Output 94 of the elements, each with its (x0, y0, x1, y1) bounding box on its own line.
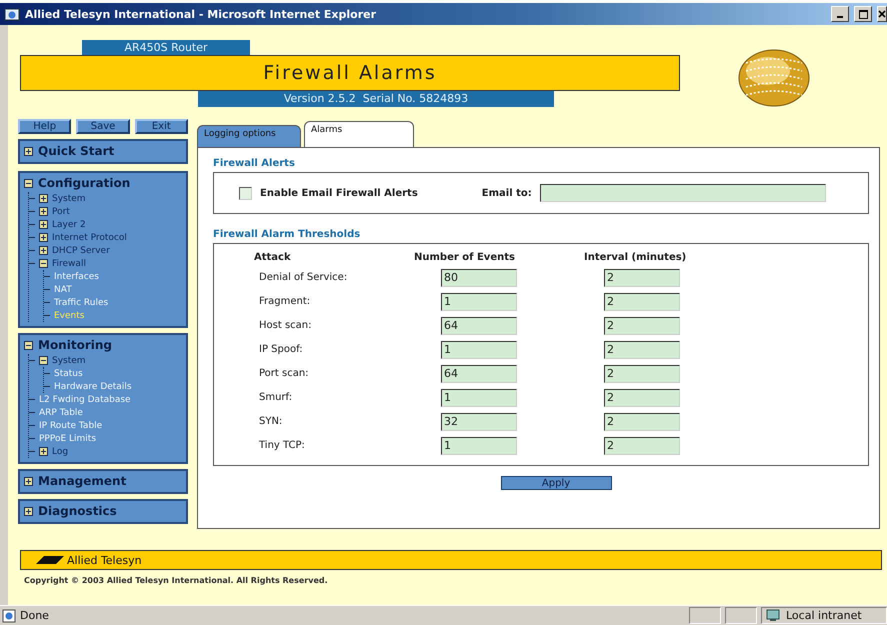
collapse-icon[interactable] (39, 356, 48, 365)
nav-link[interactable]: Internet Protocol (52, 232, 127, 242)
nav-link[interactable]: Port (52, 206, 70, 216)
events-field[interactable]: 1 (441, 340, 517, 358)
section-title[interactable]: Monitoring (38, 338, 112, 352)
attack-label: Host scan: (259, 320, 312, 331)
tab[interactable]: Alarms (304, 121, 414, 147)
interval-field[interactable]: 2 (604, 436, 680, 454)
brand-name: Allied Telesyn (67, 554, 142, 566)
interval-field[interactable]: 2 (604, 340, 680, 358)
expand-icon[interactable] (39, 194, 48, 203)
nav-button[interactable]: Save (76, 119, 130, 134)
close-icon (878, 10, 886, 18)
nav-link[interactable]: NAT (54, 284, 72, 294)
checkbox-label: Enable Email Firewall Alerts (260, 188, 418, 198)
collapse-icon[interactable] (39, 259, 48, 268)
collapse-icon[interactable] (24, 340, 33, 350)
collapse-icon[interactable] (24, 178, 33, 188)
attack-label: Port scan: (259, 368, 310, 379)
section-title[interactable]: Configuration (38, 176, 130, 190)
events-field[interactable]: 1 (441, 436, 517, 454)
events-field[interactable]: 80 (441, 268, 517, 286)
status-text: Done (20, 609, 50, 622)
nav-link[interactable]: System (52, 356, 86, 366)
nav-link[interactable]: Hardware Details (54, 382, 132, 392)
checkbox[interactable] (239, 186, 252, 200)
section-title[interactable]: Management (38, 474, 126, 488)
browser-icon (4, 6, 20, 22)
expand-icon[interactable] (39, 220, 48, 229)
nav-link[interactable]: Events (54, 310, 84, 320)
nav-link[interactable]: Interfaces (54, 272, 99, 282)
intranet-icon (766, 609, 782, 622)
events-field[interactable]: 1 (441, 388, 517, 406)
status-pane (689, 607, 721, 624)
status-pane (725, 607, 757, 624)
close-button[interactable] (877, 6, 887, 22)
events-field[interactable]: 1 (441, 292, 517, 310)
attack-label: Smurf: (259, 392, 294, 403)
zone-text: Local intranet (786, 609, 862, 622)
nav-link[interactable]: Firewall (52, 258, 86, 268)
events-field[interactable]: 64 (441, 364, 517, 382)
tab[interactable]: Logging options (197, 125, 301, 147)
page-title: Firewall Alarms (20, 55, 680, 91)
version-info: Version 2.5.2 Serial No. 5824893 (198, 91, 554, 107)
nav-link[interactable]: System (52, 194, 86, 204)
nav-link[interactable]: PPPoE Limits (39, 434, 96, 444)
interval-field[interactable]: 2 (604, 316, 680, 334)
nav-link[interactable]: DHCP Server (52, 246, 110, 256)
nav-link[interactable]: Layer 2 (52, 220, 86, 230)
column-header: Attack (254, 252, 292, 262)
expand-icon[interactable] (24, 146, 33, 156)
field-label: Email to: (482, 188, 532, 198)
expand-icon[interactable] (39, 246, 48, 255)
section-title[interactable]: Quick Start (38, 144, 114, 158)
attack-label: IP Spoof: (259, 344, 304, 355)
nav-link[interactable]: ARP Table (39, 408, 83, 418)
section-title[interactable]: Diagnostics (38, 504, 117, 518)
nav-link[interactable]: IP Route Table (39, 420, 102, 430)
section-heading: Firewall Alerts (213, 158, 296, 169)
nav-link[interactable]: Traffic Rules (54, 298, 108, 308)
attack-label: Tiny TCP: (259, 440, 306, 451)
expand-icon[interactable] (24, 506, 33, 516)
apply-button[interactable]: Apply (500, 476, 612, 490)
nav-link[interactable]: Status (54, 368, 83, 378)
column-header: Interval (minutes) (584, 252, 688, 262)
interval-field[interactable]: 2 (604, 268, 680, 286)
nav-link[interactable]: L2 Fwding Database (39, 394, 131, 404)
attack-label: Denial of Service: (259, 272, 348, 283)
expand-icon[interactable] (39, 447, 48, 456)
window-title: Allied Telesyn International - Microsoft Internet Explorer (25, 8, 378, 20)
interval-field[interactable]: 2 (604, 364, 680, 382)
expand-icon[interactable] (39, 233, 48, 242)
attack-label: Fragment: (259, 296, 312, 307)
brand-logo-icon (36, 556, 64, 564)
attack-label: SYN: (259, 416, 284, 427)
minimize-button[interactable] (831, 6, 849, 22)
nav-button[interactable]: Exit (134, 119, 188, 134)
section-heading: Firewall Alarm Thresholds (213, 229, 362, 240)
nav-button[interactable]: Help (18, 119, 72, 134)
product-name: AR450S Router (82, 40, 250, 55)
interval-field[interactable]: 2 (604, 292, 680, 310)
column-header: Number of Events (414, 252, 516, 262)
expand-icon[interactable] (24, 476, 33, 486)
email-field[interactable] (540, 184, 826, 202)
copyright: Copyright © 2003 Allied Telesyn International. All Rights Reserved. (24, 576, 329, 585)
interval-field[interactable]: 2 (604, 388, 680, 406)
events-field[interactable]: 64 (441, 316, 517, 334)
maximize-button[interactable] (854, 6, 872, 22)
interval-field[interactable]: 2 (604, 412, 680, 430)
maximize-icon (858, 10, 868, 18)
globe-logo-icon (738, 49, 810, 107)
nav-link[interactable]: Log (52, 446, 68, 456)
events-field[interactable]: 32 (441, 412, 517, 430)
expand-icon[interactable] (39, 207, 48, 216)
